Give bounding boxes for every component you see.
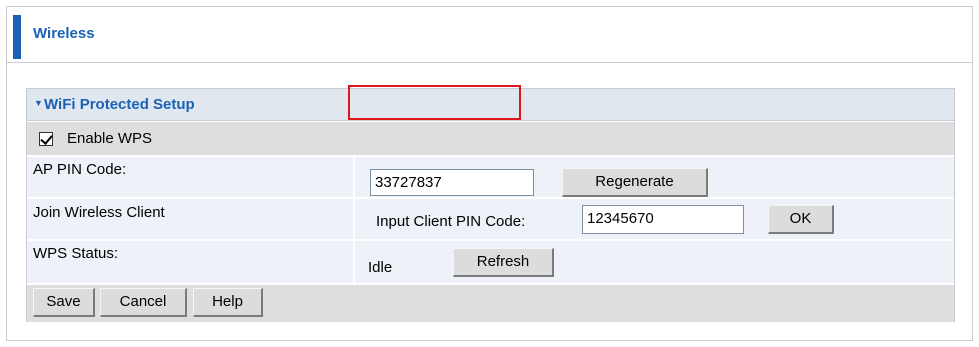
wps-status-row: WPS Status: Idle Refresh [27,241,954,283]
enable-wps-checkbox[interactable] [39,132,53,146]
cell-divider [353,199,355,239]
ap-pin-label: AP PIN Code: [33,161,127,178]
join-client-row: Join Wireless Client Input Client PIN Co… [27,199,954,239]
header-accent-bar [13,15,21,59]
wps-status-value: Idle [368,259,393,276]
ap-pin-field[interactable]: 33727837 [370,169,534,196]
enable-wps-row: Enable WPS [27,122,954,155]
wps-status-label: WPS Status: [33,245,119,262]
highlight-box [348,85,521,120]
page-header: Wireless [7,7,972,63]
input-client-pin-label: Input Client PIN Code: [376,213,526,230]
join-client-label: Join Wireless Client [33,204,165,221]
actions-row: Save Cancel Help [27,285,954,322]
cell-divider [353,241,355,283]
cancel-button[interactable]: Cancel [100,288,187,317]
cell-divider [353,157,355,197]
save-button[interactable]: Save [33,288,95,317]
triangle-down-icon: ▼ [34,98,43,108]
main-frame: Wireless ▼ WiFi Protected Setup Enable W… [6,6,973,341]
client-pin-field[interactable]: 12345670 [582,205,744,234]
wps-panel: ▼ WiFi Protected Setup Enable WPS AP PIN… [26,88,955,322]
panel-title: WiFi Protected Setup [44,96,195,113]
help-button[interactable]: Help [193,288,263,317]
regenerate-button[interactable]: Regenerate [562,168,708,197]
ap-pin-row: AP PIN Code: 33727837 Regenerate [27,157,954,197]
refresh-button[interactable]: Refresh [453,248,554,277]
page-title: Wireless [33,25,95,42]
ok-button[interactable]: OK [768,205,834,234]
enable-wps-label: Enable WPS [67,130,153,147]
